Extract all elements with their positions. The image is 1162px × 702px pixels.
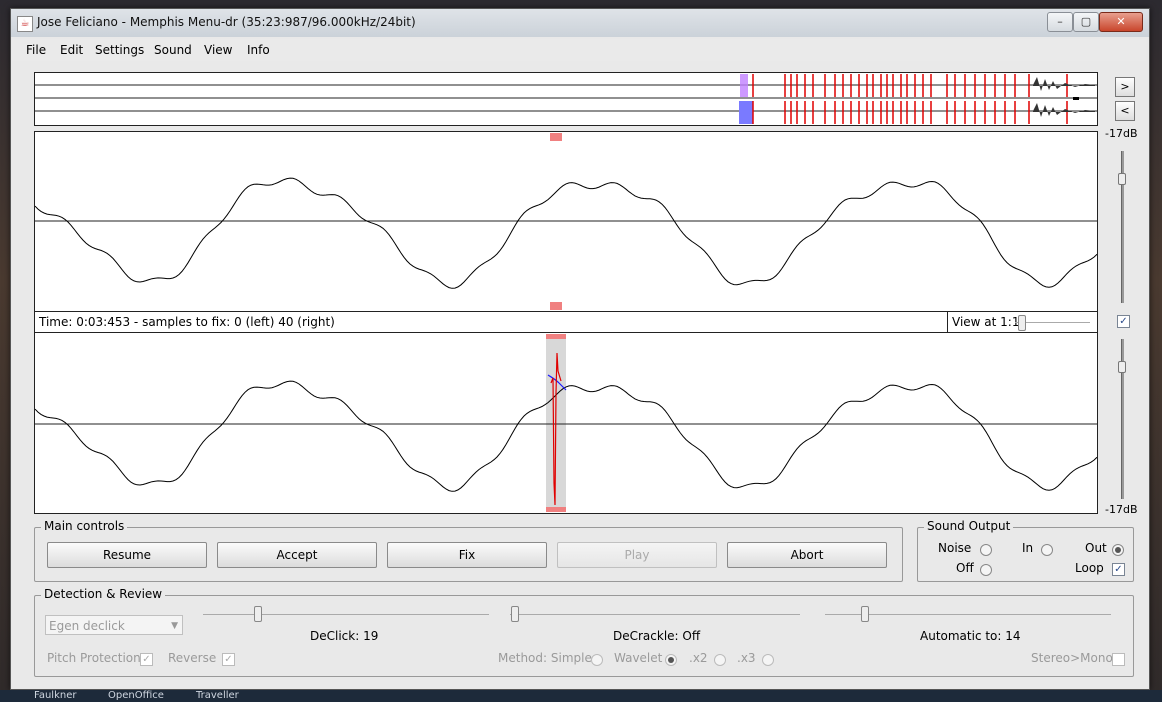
in-radio[interactable] bbox=[1041, 544, 1053, 556]
title-bar: ☕ Jose Feliciano - Memphis Menu-dr (35:2… bbox=[11, 9, 1149, 37]
in-label: In bbox=[1022, 541, 1034, 555]
app-window: ☕ Jose Feliciano - Memphis Menu-dr (35:2… bbox=[10, 8, 1150, 690]
pitch-protection-label: Pitch Protection bbox=[47, 651, 141, 665]
declick-slider-track[interactable] bbox=[203, 614, 489, 615]
repaired-waveform-panel[interactable] bbox=[34, 332, 1098, 514]
level-top-label: -17dB bbox=[1105, 127, 1138, 140]
menu-bar: File Edit Settings Sound View Info bbox=[12, 39, 1146, 61]
method-simple-label: Method: Simple bbox=[498, 651, 592, 665]
minimize-button[interactable]: – bbox=[1047, 12, 1073, 32]
loop-checkbox[interactable]: ✓ bbox=[1112, 563, 1125, 576]
out-label: Out bbox=[1085, 541, 1107, 555]
play-button[interactable]: Play bbox=[557, 542, 717, 568]
previous-page-button[interactable]: < bbox=[1115, 101, 1135, 121]
marker-top bbox=[550, 133, 562, 141]
noise-label: Noise bbox=[938, 541, 972, 555]
repaired-waveform bbox=[35, 334, 1097, 512]
marker-bottom bbox=[550, 302, 562, 310]
off-radio[interactable] bbox=[980, 564, 992, 576]
loop-label: Loop bbox=[1075, 561, 1104, 575]
method-simple-radio[interactable] bbox=[591, 654, 603, 666]
sound-output-group: Sound Output Noise In Out Off Loop ✓ bbox=[917, 519, 1134, 582]
fix-button[interactable]: Fix bbox=[387, 542, 547, 568]
bottom-level-slider-thumb[interactable] bbox=[1118, 361, 1126, 373]
reverse-label: Reverse bbox=[168, 651, 217, 665]
status-bar: Time: 0:03:453 - samples to fix: 0 (left… bbox=[34, 311, 1098, 334]
wavelet-radio[interactable] bbox=[665, 654, 677, 666]
abort-button[interactable]: Abort bbox=[727, 542, 887, 568]
maximize-button[interactable]: ▢ bbox=[1073, 12, 1099, 32]
automatic-value-label: Automatic to: 14 bbox=[920, 629, 1021, 643]
x2-radio[interactable] bbox=[714, 654, 726, 666]
decrackle-slider-track[interactable] bbox=[510, 614, 800, 615]
main-controls-group: Main controls Resume Accept Fix Play Abo… bbox=[34, 519, 903, 582]
resume-button[interactable]: Resume bbox=[47, 542, 207, 568]
off-label: Off bbox=[956, 561, 974, 575]
window-title: Jose Feliciano - Memphis Menu-dr (35:23:… bbox=[37, 15, 416, 29]
x3-label: .x3 bbox=[737, 651, 756, 665]
wavelet-label: Wavelet bbox=[614, 651, 663, 665]
x2-label: .x2 bbox=[689, 651, 708, 665]
status-text: Time: 0:03:453 - samples to fix: 0 (left… bbox=[39, 315, 335, 329]
menu-info[interactable]: Info bbox=[247, 43, 270, 57]
view-ratio-label: View at 1:1 bbox=[952, 315, 1020, 329]
chevron-down-icon: ▼ bbox=[171, 621, 178, 631]
main-controls-title: Main controls bbox=[41, 519, 128, 533]
reverse-checkbox[interactable]: ✓ bbox=[222, 653, 235, 666]
x3-radio[interactable] bbox=[762, 654, 774, 666]
decrackle-slider-thumb[interactable] bbox=[511, 606, 519, 622]
overview-graph bbox=[35, 74, 1097, 124]
stereo-mono-checkbox[interactable] bbox=[1112, 653, 1125, 666]
original-waveform bbox=[35, 133, 1097, 310]
taskbar: Faulkner OpenOffice Traveller bbox=[0, 690, 1162, 702]
sound-output-title: Sound Output bbox=[924, 519, 1014, 533]
taskbar-item-openoffice[interactable]: OpenOffice bbox=[108, 690, 164, 701]
menu-settings[interactable]: Settings bbox=[95, 43, 144, 57]
combo-value: Egen declick bbox=[49, 619, 125, 633]
menu-view[interactable]: View bbox=[204, 43, 232, 57]
taskbar-item-faulkner[interactable]: Faulkner bbox=[34, 690, 76, 701]
decrackle-value-label: DeCrackle: Off bbox=[613, 629, 701, 643]
detection-review-title: Detection & Review bbox=[41, 587, 166, 601]
menu-edit[interactable]: Edit bbox=[60, 43, 83, 57]
view-checkbox[interactable]: ✓ bbox=[1117, 315, 1130, 328]
menu-sound[interactable]: Sound bbox=[154, 43, 192, 57]
menu-file[interactable]: File bbox=[26, 43, 46, 57]
stereo-mono-label: Stereo>Mono bbox=[1031, 651, 1113, 665]
declick-method-combo[interactable]: Egen declick ▼ bbox=[45, 615, 183, 635]
pitch-protection-checkbox[interactable]: ✓ bbox=[140, 653, 153, 666]
java-cup-icon: ☕ bbox=[17, 16, 33, 32]
zoom-slider-track[interactable] bbox=[1015, 322, 1090, 323]
overview-strip[interactable] bbox=[34, 72, 1098, 126]
automatic-slider-thumb[interactable] bbox=[861, 606, 869, 622]
accept-button[interactable]: Accept bbox=[217, 542, 377, 568]
top-level-slider-thumb[interactable] bbox=[1118, 173, 1126, 185]
out-radio[interactable] bbox=[1112, 544, 1124, 556]
declick-slider-thumb[interactable] bbox=[254, 606, 262, 622]
original-waveform-panel[interactable] bbox=[34, 131, 1098, 313]
declick-value-label: DeClick: 19 bbox=[310, 629, 379, 643]
level-bottom-label: -17dB bbox=[1105, 503, 1138, 516]
close-button[interactable]: ✕ bbox=[1099, 12, 1143, 32]
detection-review-group: Detection & Review Egen declick ▼ DeClic… bbox=[34, 587, 1134, 677]
taskbar-item-traveller[interactable]: Traveller bbox=[196, 690, 239, 701]
noise-radio[interactable] bbox=[980, 544, 992, 556]
zoom-slider-thumb[interactable] bbox=[1018, 315, 1026, 331]
next-page-button[interactable]: > bbox=[1115, 77, 1135, 97]
